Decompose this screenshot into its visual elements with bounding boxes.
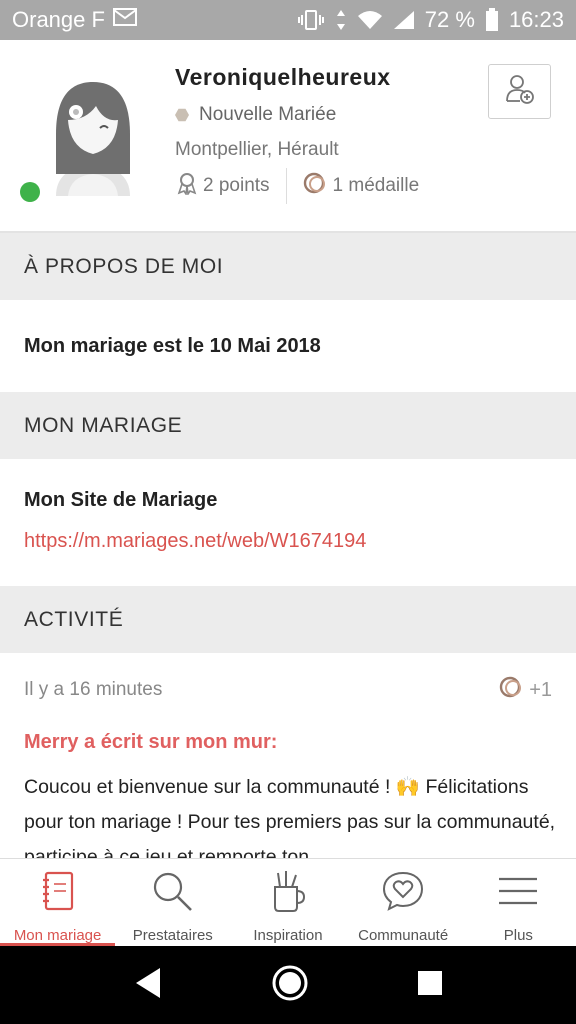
mail-icon bbox=[112, 7, 137, 33]
medal-icon bbox=[499, 675, 525, 705]
activity-section-header: ACTIVITÉ bbox=[0, 586, 576, 653]
tab-label: Inspiration bbox=[253, 927, 323, 944]
battery-icon bbox=[485, 8, 499, 32]
online-status-dot bbox=[20, 182, 40, 202]
vibrate-icon bbox=[297, 9, 325, 31]
tab-label: Plus bbox=[503, 927, 533, 944]
medals-label: 1 médaille bbox=[332, 175, 420, 196]
role-label: Nouvelle Mariée bbox=[199, 104, 337, 125]
battery-percent: 72 % bbox=[424, 7, 475, 32]
tab-communaute[interactable]: Communauté bbox=[346, 859, 461, 947]
profile-header: Veroniquelheureux Nouvelle Mariée Montpe… bbox=[0, 40, 576, 233]
profile-role: Nouvelle Mariée bbox=[175, 104, 336, 126]
menu-icon bbox=[497, 869, 539, 913]
medals-stat[interactable]: 1 médaille bbox=[303, 171, 420, 201]
carrier-name: Orange F bbox=[12, 7, 105, 32]
tab-label: Mon mariage bbox=[13, 927, 102, 944]
tab-inspiration[interactable]: Inspiration bbox=[230, 859, 345, 947]
profile-username: Veroniquelheureux bbox=[175, 64, 391, 90]
search-icon bbox=[151, 869, 195, 913]
add-friend-button[interactable] bbox=[488, 64, 551, 119]
back-icon[interactable] bbox=[133, 966, 163, 1005]
about-section-header: À PROPOS DE MOI bbox=[0, 233, 576, 300]
activity-author[interactable]: Merry a écrit sur mon mur: bbox=[24, 731, 552, 754]
pencil-cup-icon bbox=[270, 869, 306, 913]
tab-mon-mariage[interactable]: Mon mariage bbox=[0, 859, 116, 947]
bottom-tab-bar: Mon mariage Prestataires Inspiration Com… bbox=[0, 858, 576, 947]
hexagon-badge-icon bbox=[175, 108, 189, 122]
home-icon[interactable] bbox=[270, 963, 310, 1008]
clock: 16:23 bbox=[508, 7, 564, 32]
signal-icon bbox=[393, 10, 415, 30]
activity-card[interactable]: Il y a 16 minutes +1 Merry a écrit sur m… bbox=[0, 653, 576, 858]
wedding-date-text: Mon mariage est le 10 Mai 2018 bbox=[24, 334, 321, 357]
about-section: Mon mariage est le 10 Mai 2018 bbox=[0, 300, 576, 392]
wedding-section: Mon Site de Mariage https://m.mariages.n… bbox=[0, 459, 576, 586]
wedding-site-link[interactable]: https://m.mariages.net/web/W1674194 bbox=[24, 530, 576, 553]
profile-stats: 2 points 1 médaille bbox=[175, 168, 419, 204]
tab-plus[interactable]: Plus bbox=[461, 859, 576, 947]
wedding-site-label: Mon Site de Mariage bbox=[24, 489, 218, 511]
wedding-section-header: MON MARIAGE bbox=[0, 392, 576, 459]
activity-time: Il y a 16 minutes bbox=[24, 679, 163, 700]
tab-label: Communauté bbox=[358, 927, 449, 944]
points-label: 2 points bbox=[203, 175, 270, 196]
activity-message: Coucou et bienvenue sur la communauté ! … bbox=[24, 776, 556, 858]
medal-count: +1 bbox=[529, 678, 552, 701]
profile-location: Montpellier, Hérault bbox=[175, 139, 339, 160]
ribbon-icon bbox=[175, 171, 199, 201]
add-user-icon bbox=[504, 73, 536, 110]
system-nav-bar bbox=[0, 946, 576, 1024]
data-arrows-icon bbox=[335, 9, 347, 31]
notebook-icon bbox=[40, 869, 76, 913]
tab-label: Prestataires bbox=[132, 927, 213, 944]
stat-divider bbox=[285, 168, 287, 204]
recent-apps-icon[interactable] bbox=[417, 970, 443, 1001]
status-bar: Orange F 72 % 16:23 bbox=[0, 0, 576, 40]
wifi-icon bbox=[357, 10, 383, 30]
avatar[interactable] bbox=[34, 76, 152, 196]
chat-heart-icon bbox=[381, 869, 425, 913]
medal-icon bbox=[303, 171, 329, 201]
tab-prestataires[interactable]: Prestataires bbox=[115, 859, 230, 947]
activity-medal: +1 bbox=[499, 675, 552, 705]
points-stat[interactable]: 2 points bbox=[175, 171, 270, 201]
